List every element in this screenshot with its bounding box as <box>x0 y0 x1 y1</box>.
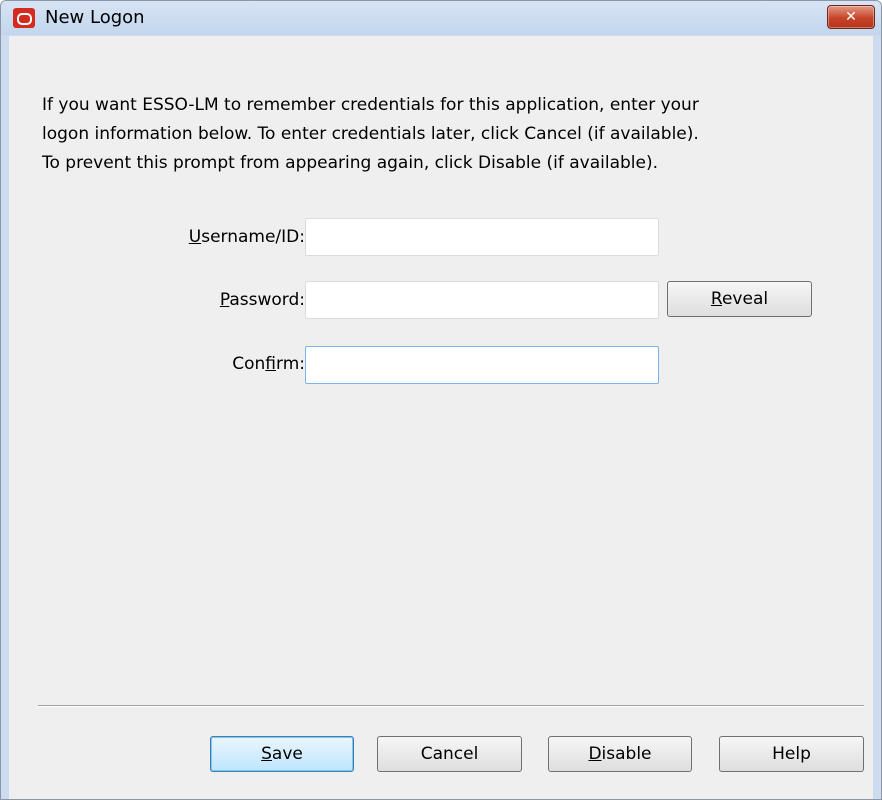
oracle-logo-icon <box>13 8 35 28</box>
footer-separator <box>38 705 864 707</box>
intro-text: If you want ESSO-LM to remember credenti… <box>42 91 842 178</box>
intro-line-2: logon information below. To enter creden… <box>42 124 699 144</box>
confirm-label-mnemonic: f <box>265 354 277 374</box>
username-label-rest: sername/ID: <box>201 227 305 247</box>
reveal-rest: eveal <box>721 289 769 309</box>
password-label-mnemonic: P <box>219 290 230 310</box>
cancel-label: Cancel <box>420 744 479 764</box>
dialog-body: If you want ESSO-LM to remember credenti… <box>9 36 873 799</box>
title-bar[interactable]: New Logon ✕ <box>1 1 881 35</box>
close-icon: ✕ <box>845 9 857 25</box>
confirm-label-pre: Con <box>232 354 266 374</box>
intro-line-3: To prevent this prompt from appearing ag… <box>42 153 659 173</box>
dialog-window: New Logon ✕ If you want ESSO-LM to remem… <box>0 0 882 800</box>
save-rest: ave <box>271 744 303 764</box>
cancel-button[interactable]: Cancel <box>377 736 522 772</box>
reveal-button[interactable]: Reveal <box>667 281 812 317</box>
disable-button[interactable]: Disable <box>548 736 692 772</box>
username-input[interactable] <box>305 218 659 256</box>
username-label: Username/ID: <box>105 226 305 248</box>
save-mnemonic: S <box>261 744 272 764</box>
password-label: Password: <box>105 289 305 311</box>
password-input[interactable] <box>305 281 659 319</box>
help-label: Help <box>772 744 811 764</box>
password-label-rest: assword: <box>229 290 305 310</box>
oracle-logo-ring <box>17 13 32 25</box>
close-button[interactable]: ✕ <box>827 5 875 29</box>
disable-rest: isable <box>601 744 652 764</box>
reveal-mnemonic: R <box>710 289 722 309</box>
intro-line-1: If you want ESSO-LM to remember credenti… <box>42 95 699 115</box>
confirm-label-rest: irm: <box>276 354 305 374</box>
username-label-mnemonic: U <box>188 227 202 247</box>
confirm-label: Confirm: <box>105 353 305 375</box>
confirm-input[interactable] <box>305 346 659 384</box>
help-button[interactable]: Help <box>719 736 864 772</box>
save-button[interactable]: Save <box>210 736 354 772</box>
disable-mnemonic: D <box>588 744 602 764</box>
window-title: New Logon <box>45 7 145 28</box>
